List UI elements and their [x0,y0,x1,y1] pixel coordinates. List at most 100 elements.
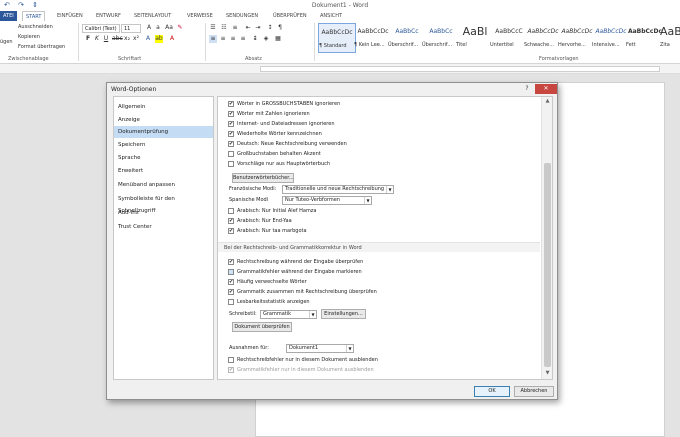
nav-item-customize-ribbon[interactable]: Menüband anpassen [114,179,213,191]
checkbox[interactable] [228,299,234,305]
chevron-down-icon[interactable]: ▼ [309,311,316,318]
align-center-icon[interactable]: ≡ [219,35,227,43]
font-size-select[interactable]: 11 [121,24,141,33]
chevron-down-icon[interactable]: ▼ [346,345,353,352]
checkbox[interactable] [228,208,234,214]
tab-review[interactable]: ÜBERPRÜFEN [273,11,307,21]
scroll-down-icon[interactable]: ▼ [542,369,552,378]
style-emphasis[interactable]: AaBbCcDc Hervorhe... [558,23,596,53]
french-modes-select[interactable]: Traditionelle und neue Rechtschreibung ▼ [282,185,394,194]
style-heading-2[interactable]: AaBbCc Überschrif... [422,23,460,53]
nav-item-language[interactable]: Sprache [114,152,213,164]
scroll-up-icon[interactable]: ▲ [542,97,552,106]
shading-icon[interactable]: ◈ [262,35,270,43]
grow-font-icon[interactable]: A [145,24,153,32]
checkbox[interactable]: ✔ [228,131,234,137]
format-painter-button[interactable]: Format übertragen [18,44,65,50]
sort-icon[interactable]: ↕ [266,24,274,32]
decrease-indent-icon[interactable]: ⇤ [244,24,252,32]
checkbox[interactable]: ✔ [228,101,234,107]
close-button[interactable]: ✕ [535,84,557,94]
ok-button[interactable]: OK [474,386,510,397]
multilevel-list-icon[interactable]: ≡ [231,24,239,32]
help-button[interactable]: ? [522,85,532,93]
tab-view[interactable]: ANSICHT [320,11,342,21]
exceptions-document-select[interactable]: Dokument1 ▼ [286,344,354,353]
nav-item-add-ins[interactable]: Add-Ins [114,207,213,219]
tab-page-layout[interactable]: SEITENLAYOUT [134,11,171,21]
underline-icon[interactable]: U [102,35,110,43]
font-color-icon[interactable]: A [168,35,176,43]
style-title[interactable]: AaBl Titel [456,23,494,53]
highlight-icon[interactable]: ab [155,35,163,43]
shrink-font-icon[interactable]: a [154,24,162,32]
increase-indent-icon[interactable]: ⇥ [254,24,262,32]
tab-start[interactable]: START [22,11,46,21]
horizontal-ruler[interactable] [260,66,660,72]
bold-icon[interactable]: F [84,35,92,43]
text-effects-icon[interactable]: A [144,35,152,43]
justify-icon[interactable]: ≡ [239,35,247,43]
cut-button[interactable]: Ausschneiden [18,24,53,30]
style-subtitle[interactable]: AaBbCcC Untertitel [490,23,528,53]
checkbox[interactable]: ✔ [228,228,234,234]
custom-dictionaries-button[interactable]: Benutzerwörterbücher... [232,173,294,183]
spanish-modes-select[interactable]: Nur Tuteo-Verbformen ▼ [282,196,372,205]
checkbox[interactable]: ✔ [228,218,234,224]
numbering-icon[interactable]: ☷ [220,24,228,32]
checkbox[interactable]: ✔ [228,259,234,265]
checkbox[interactable] [228,161,234,167]
italic-icon[interactable]: K [93,35,101,43]
checkbox[interactable]: ✔ [228,279,234,285]
style-heading-1[interactable]: AaBbCc Überschrif... [388,23,426,53]
style-standard[interactable]: AaBbCcDc ¶ Standard [318,23,356,53]
align-left-icon[interactable]: ≡ [209,35,217,43]
nav-item-save[interactable]: Speichern [114,139,213,151]
nav-item-proofing[interactable]: Dokumentprüfung [114,126,213,138]
tab-insert[interactable]: EINFÜGEN [57,11,83,21]
vertical-scrollbar[interactable]: ▲ ▼ [541,97,552,379]
pilcrow-icon[interactable]: ¶ [276,24,284,32]
checkbox[interactable]: ✔ [228,141,234,147]
bullets-icon[interactable]: ☰ [209,24,217,32]
checkbox[interactable]: ✔ [228,289,234,295]
line-spacing-icon[interactable]: ↨ [251,35,259,43]
change-case-icon[interactable]: Aa [165,24,173,32]
copy-button[interactable]: Kopieren [18,34,40,40]
checkbox[interactable]: ✔ [228,111,234,117]
writing-style-select[interactable]: Grammatik ▼ [260,310,317,319]
clear-format-icon[interactable]: ✎ [176,24,184,32]
style-quote[interactable]: AaBl Zita [660,23,680,53]
strikethrough-icon[interactable]: abc [112,35,123,43]
align-right-icon[interactable]: ≡ [229,35,237,43]
settings-button[interactable]: Einstellungen... [321,309,366,319]
nav-item-quick-access-toolbar[interactable]: Symbolleiste für den Schnellzugriff [114,193,213,214]
nav-item-trust-center[interactable]: Trust Center [114,221,213,233]
checkbox[interactable] [228,269,234,275]
superscript-icon[interactable]: x² [132,35,140,43]
chevron-down-icon[interactable]: ▼ [386,186,393,193]
subscript-icon[interactable]: x₂ [123,35,131,43]
check-document-button[interactable]: Dokument überprüfen [232,322,292,332]
cancel-button[interactable]: Abbrechen [514,386,554,397]
checkbox[interactable] [228,151,234,157]
paste-button[interactable]: ügen [0,39,13,45]
style-no-spacing[interactable]: AaBbCcDc ¶ Kein Lee... [354,23,392,53]
nav-item-advanced[interactable]: Erweitert [114,165,213,177]
tab-mailings[interactable]: SENDUNGEN [226,11,258,21]
borders-icon[interactable]: ▦ [274,35,282,43]
nav-item-display[interactable]: Anzeige [114,114,213,126]
tab-references[interactable]: VERWEISE [187,11,213,21]
style-intense-emphasis[interactable]: AaBbCcDc Intensive... [592,23,630,53]
tab-file[interactable]: ATEI [0,11,17,21]
checkbox[interactable]: ✔ [228,121,234,127]
tab-design[interactable]: ENTWURF [96,11,121,21]
scrollbar-thumb[interactable] [544,163,551,367]
style-strong[interactable]: AaBbCcDc Fett [626,23,664,53]
checkbox[interactable] [228,357,234,363]
nav-item-general[interactable]: Allgemein [114,101,213,113]
chevron-down-icon[interactable]: ▼ [364,197,371,204]
checkbox[interactable]: ✔ [228,367,234,373]
font-family-select[interactable]: Calibri (Text) [82,24,120,33]
style-subtle-emphasis[interactable]: AaBbCcDc Schwache... [524,23,562,53]
